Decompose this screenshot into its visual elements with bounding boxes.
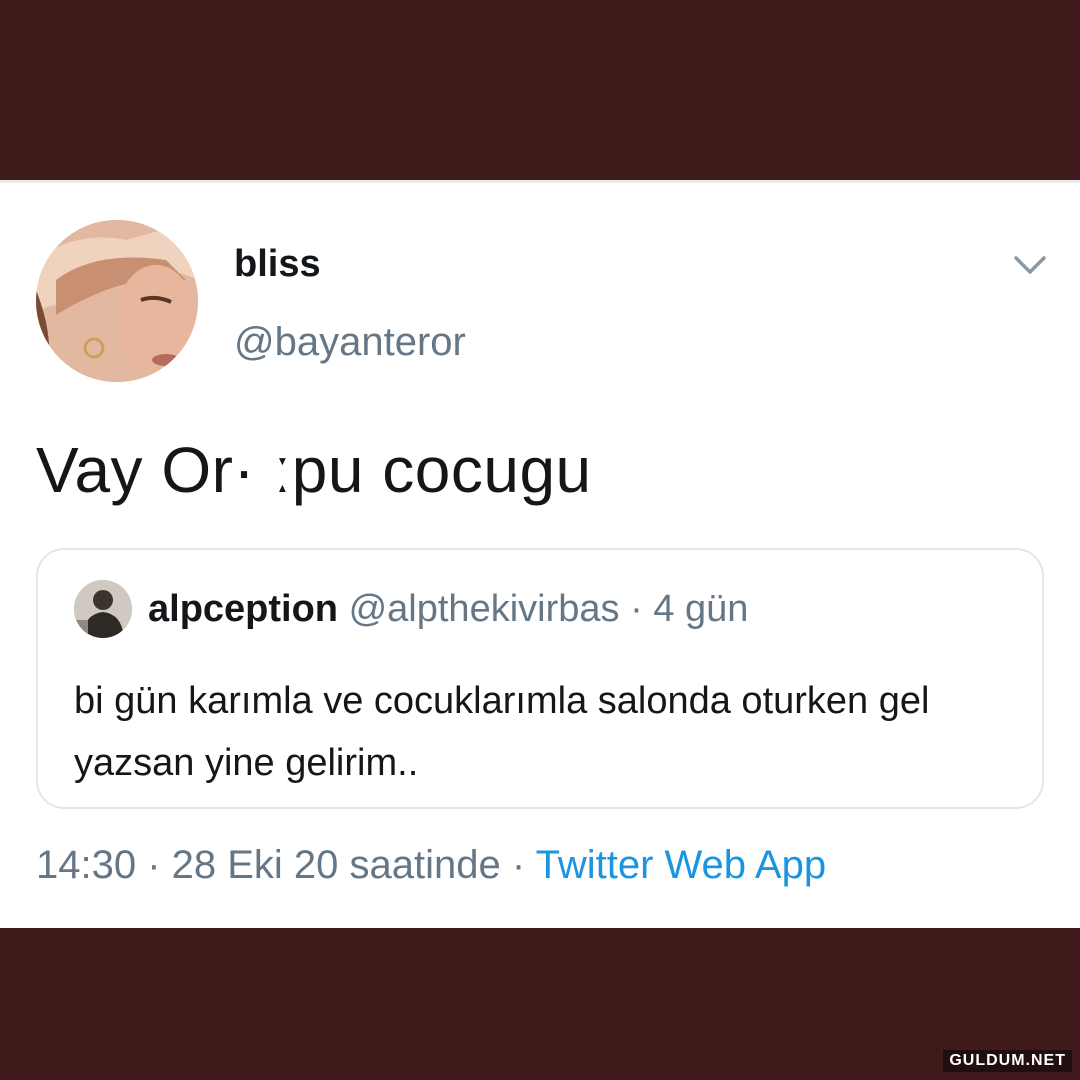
- quoted-meta: @alpthekivirbas · 4 gün: [348, 588, 749, 630]
- quoted-display-name[interactable]: alpception: [148, 588, 338, 630]
- quoted-author-avatar[interactable]: [74, 580, 132, 638]
- chevron-down-icon[interactable]: [1012, 253, 1048, 277]
- tweet-timestamp[interactable]: 14:30 · 28 Eki 20 saatinde ·: [36, 843, 536, 887]
- site-watermark: GULDUM.NET: [943, 1050, 1072, 1072]
- tweet-footer: 14:30 · 28 Eki 20 saatinde · Twitter Web…: [36, 843, 826, 888]
- tweet-card: bliss @bayanteror Vay Or· ːpu cocugu alp…: [0, 180, 1080, 928]
- tweet-text: Vay Or· ːpu cocugu: [36, 434, 592, 506]
- bottom-frame-band: [0, 928, 1080, 1080]
- top-frame-band: [0, 0, 1080, 180]
- tweet-source-link[interactable]: Twitter Web App: [536, 843, 827, 887]
- quoted-header: alpception @alpthekivirbas · 4 gün: [148, 588, 748, 631]
- quoted-tweet[interactable]: alpception @alpthekivirbas · 4 gün bi gü…: [36, 548, 1044, 809]
- author-handle[interactable]: @bayanteror: [234, 320, 466, 365]
- author-avatar[interactable]: [36, 220, 198, 382]
- quoted-body: bi gün karımla ve cocuklarımla salonda o…: [74, 680, 930, 784]
- author-display-name[interactable]: bliss: [234, 243, 321, 286]
